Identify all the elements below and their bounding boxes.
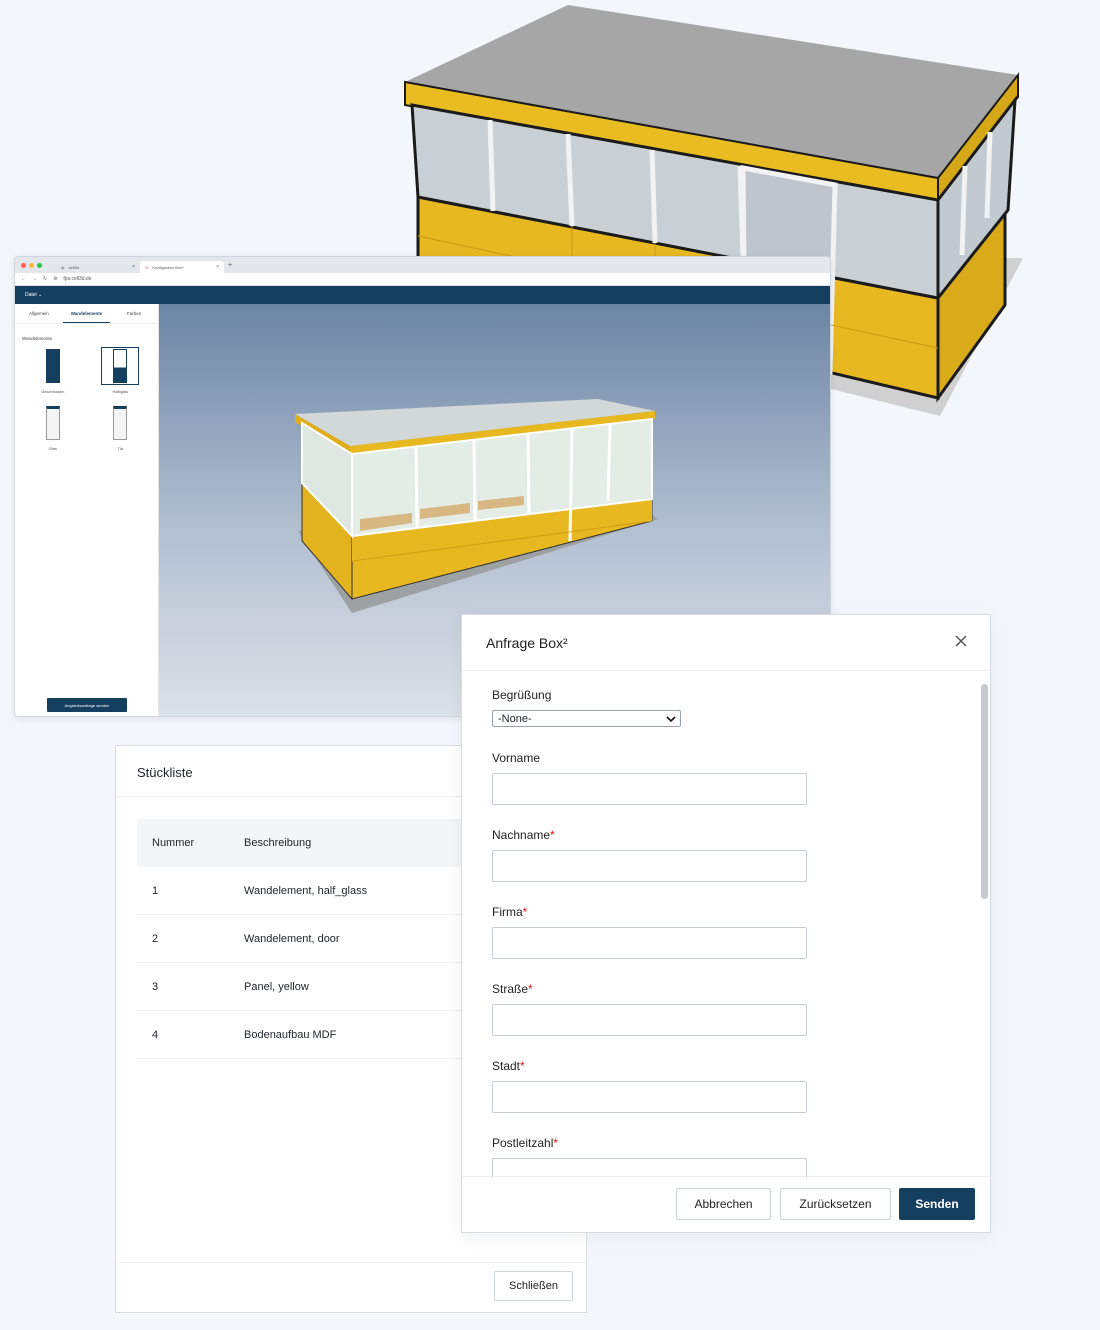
cancel-button[interactable]: Abbrechen	[676, 1188, 771, 1220]
greeting-selected-value: -None-	[498, 712, 532, 725]
browser-tab-label: Konfigurator Box²	[152, 264, 184, 270]
stueckliste-title: Stückliste	[137, 765, 193, 780]
site-info-icon[interactable]: ⊜	[53, 276, 57, 282]
strasse-input[interactable]	[492, 1004, 807, 1036]
door-panel-icon	[113, 406, 128, 440]
tab-close-icon[interactable]: ×	[132, 264, 135, 270]
stadt-label: Stadt*	[492, 1059, 525, 1073]
element-label: Geschlossen	[41, 389, 65, 394]
browser-tab-label: cell3d	[68, 264, 79, 270]
close-button[interactable]: Schließen	[494, 1271, 573, 1301]
reset-button[interactable]: Zurücksetzen	[780, 1188, 891, 1220]
tab-allgemein[interactable]: Allgemein	[15, 304, 63, 323]
glass-panel-icon	[45, 406, 60, 440]
app-logo-icon: ⊙	[145, 264, 149, 270]
browser-tab-2[interactable]: ⊙ Konfigurator Box² ×	[140, 261, 224, 273]
required-marker: *	[528, 982, 533, 996]
new-tab-icon[interactable]: +	[228, 262, 232, 269]
chevron-down-icon	[666, 716, 676, 723]
app-menu-bar: Datei ⌄	[15, 286, 830, 304]
send-button[interactable]: Senden	[899, 1188, 975, 1220]
greeting-label: Begrüßung	[492, 688, 552, 702]
element-glas[interactable]: Glas	[19, 404, 87, 451]
tab-close-icon[interactable]: ×	[216, 264, 219, 270]
forward-arrow-icon[interactable]: →	[32, 276, 37, 282]
cell-nummer: 2	[152, 932, 159, 945]
firma-label: Firma*	[492, 905, 528, 919]
dialog-footer: Abbrechen Zurücksetzen Senden	[462, 1176, 990, 1232]
window-maximize-dot[interactable]	[37, 262, 42, 268]
cell-nummer: 4	[152, 1028, 159, 1041]
required-marker: *	[520, 1059, 525, 1073]
tab-farben[interactable]: Farben	[110, 304, 158, 323]
dialog-title: Anfrage Box²	[486, 635, 568, 651]
close-icon[interactable]	[954, 634, 968, 648]
browser-tab-1[interactable]: ◍ cell3d ×	[56, 261, 140, 273]
cell-nummer: 1	[152, 884, 159, 897]
element-label: Glas	[48, 446, 57, 451]
back-arrow-icon[interactable]: ←	[21, 276, 26, 282]
wall-element-grid: Geschlossen Halbglas Glas Tür	[15, 347, 158, 451]
element-halbglas[interactable]: Halbglas	[87, 347, 155, 394]
strasse-label: Straße*	[492, 982, 533, 996]
reload-icon[interactable]: ↻	[43, 276, 47, 282]
required-marker: *	[553, 1136, 559, 1150]
window-minimize-dot[interactable]	[29, 262, 34, 268]
firma-input[interactable]	[492, 927, 807, 959]
nachname-input[interactable]	[492, 850, 807, 882]
element-tuer[interactable]: Tür	[87, 404, 155, 451]
file-menu[interactable]: Datei ⌄	[25, 292, 42, 298]
postleitzahl-input[interactable]	[492, 1158, 807, 1178]
dialog-scrollbar[interactable]	[981, 684, 988, 899]
url-text[interactable]: fps.cell3d.de	[63, 276, 91, 282]
postleitzahl-label: Postleitzahl*	[492, 1136, 559, 1150]
browser-tab-bar: ◍ cell3d × ⊙ Konfigurator Box² × +	[15, 257, 830, 273]
globe-icon: ◍	[61, 264, 65, 270]
required-marker: *	[550, 828, 555, 842]
dialog-form: Begrüßung -None- Vorname Nachname* Firma…	[462, 672, 990, 1178]
vorname-input[interactable]	[492, 773, 807, 805]
stadt-input[interactable]	[492, 1081, 807, 1113]
vorname-label: Vorname	[492, 751, 541, 765]
address-bar: ← → ↻ ⊜ fps.cell3d.de	[15, 273, 830, 286]
tab-wandelemente[interactable]: Wandelemente	[62, 304, 111, 323]
quote-request-button[interactable]: Angebotsanfrage senden	[47, 698, 127, 712]
column-header-nummer: Nummer	[152, 837, 195, 849]
window-close-dot[interactable]	[21, 262, 26, 268]
element-label: Halbglas	[112, 389, 129, 394]
config-sidebar: Allgemein Wandelemente Farben Wandelemen…	[15, 304, 159, 716]
greeting-select[interactable]: -None-	[492, 710, 681, 727]
nachname-label: Nachname*	[492, 828, 555, 842]
section-title: Wandelemente	[22, 336, 53, 341]
element-geschlossen[interactable]: Geschlossen	[19, 347, 87, 394]
cell-nummer: 3	[152, 980, 159, 993]
required-marker: *	[522, 905, 528, 919]
sidebar-tabs: Allgemein Wandelemente Farben	[15, 304, 158, 324]
element-label: Tür	[117, 446, 124, 451]
inquiry-dialog: Anfrage Box² Begrüßung -None- Vorname Na…	[461, 614, 991, 1233]
half-glass-panel-icon	[113, 349, 128, 383]
closed-panel-icon	[45, 349, 60, 383]
